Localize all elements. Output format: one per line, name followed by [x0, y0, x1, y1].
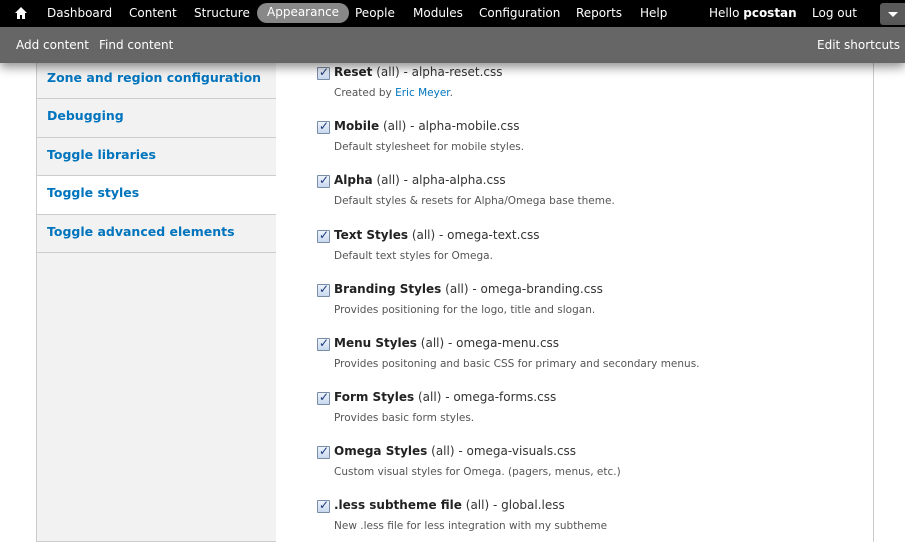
- separator: -: [468, 282, 481, 296]
- style-media: (all): [411, 228, 436, 242]
- vtab-zone-region[interactable]: Zone and region configuration: [37, 60, 277, 99]
- style-description: Custom visual styles for Omega. (pagers,…: [334, 466, 621, 478]
- style-checkbox[interactable]: [317, 173, 330, 188]
- style-label[interactable]: Menu Styles (all) - omega-menu.css: [334, 336, 559, 350]
- home-icon[interactable]: [14, 6, 28, 20]
- style-description: Provides positioning for the logo, title…: [334, 304, 596, 316]
- style-description: Default text styles for Omega.: [334, 250, 493, 262]
- style-label[interactable]: Form Styles (all) - omega-forms.css: [334, 390, 556, 404]
- style-checkbox[interactable]: [317, 390, 330, 405]
- style-file: omega-text.css: [447, 228, 540, 242]
- vtab-label[interactable]: Toggle libraries: [47, 147, 156, 162]
- style-checkbox[interactable]: [317, 444, 330, 459]
- separator: -: [454, 444, 467, 458]
- style-media: (all): [382, 119, 407, 133]
- separator: -: [399, 65, 412, 79]
- style-label[interactable]: Mobile (all) - alpha-mobile.css: [334, 119, 520, 133]
- toolbar-item-appearance[interactable]: Appearance: [257, 3, 350, 23]
- separator: -: [406, 119, 419, 133]
- style-label[interactable]: Reset (all) - alpha-reset.css: [334, 65, 503, 79]
- style-file: omega-visuals.css: [466, 444, 577, 458]
- vtab-label[interactable]: Toggle styles: [47, 185, 139, 200]
- toolbar-item-help[interactable]: Help: [640, 0, 667, 27]
- style-description: Default stylesheet for mobile styles.: [334, 141, 525, 153]
- style-label[interactable]: .less subtheme file (all) - global.less: [334, 498, 565, 512]
- style-file: alpha-mobile.css: [418, 119, 520, 133]
- style-name: Menu Styles: [334, 336, 417, 350]
- separator: -: [399, 173, 412, 187]
- style-file: omega-menu.css: [456, 336, 560, 350]
- vertical-tabs-menu: Zone and region configuration Debugging …: [36, 60, 277, 542]
- separator: -: [435, 228, 448, 242]
- admin-toolbar: Dashboard Content Structure Appearance P…: [0, 0, 905, 27]
- desc-suffix: .: [449, 87, 453, 99]
- vtab-label[interactable]: Zone and region configuration: [47, 70, 261, 85]
- toolbar-item-configuration[interactable]: Configuration: [479, 0, 560, 27]
- edit-shortcuts-link[interactable]: Edit shortcuts: [817, 27, 900, 63]
- style-file: alpha-reset.css: [411, 65, 503, 79]
- vtab-toggle-styles[interactable]: Toggle styles: [37, 176, 277, 215]
- style-checkbox[interactable]: [317, 498, 330, 513]
- style-checkbox[interactable]: [317, 336, 330, 351]
- style-name: Branding Styles: [334, 282, 442, 296]
- style-media: (all): [431, 444, 455, 458]
- style-checkbox[interactable]: [317, 65, 330, 80]
- vtab-toggle-advanced[interactable]: Toggle advanced elements: [37, 215, 277, 253]
- style-checkbox[interactable]: [317, 228, 330, 243]
- style-name: Text Styles: [334, 228, 408, 242]
- style-name: .less subtheme file: [334, 498, 462, 512]
- style-file: omega-forms.css: [453, 390, 557, 404]
- style-media: (all): [465, 498, 490, 512]
- logout-link[interactable]: Log out: [812, 0, 857, 27]
- style-description: Default styles & resets for Alpha/Omega …: [334, 195, 615, 207]
- style-media: (all): [417, 390, 442, 404]
- eric-meyer-link[interactable]: Eric Meyer: [395, 87, 450, 99]
- toolbar-item-dashboard[interactable]: Dashboard: [47, 0, 112, 27]
- shortcuts-bar: Add content Find content Edit shortcuts: [0, 27, 905, 63]
- toolbar-item-structure[interactable]: Structure: [194, 0, 250, 27]
- greeting-prefix: Hello: [709, 6, 744, 20]
- desc-prefix: Created by: [334, 87, 396, 99]
- style-name: Alpha: [334, 173, 373, 187]
- style-label[interactable]: Alpha (all) - alpha-alpha.css: [334, 173, 506, 187]
- toolbar-toggle-button[interactable]: [880, 3, 905, 25]
- style-media: (all): [376, 173, 400, 187]
- style-name: Mobile: [334, 119, 380, 133]
- chevron-down-icon: [888, 12, 898, 17]
- style-name: Omega Styles: [334, 444, 428, 458]
- toolbar-item-people[interactable]: People: [355, 0, 395, 27]
- style-label[interactable]: Text Styles (all) - omega-text.css: [334, 228, 540, 242]
- toolbar-item-content[interactable]: Content: [129, 0, 177, 27]
- style-label[interactable]: Branding Styles (all) - omega-branding.c…: [334, 282, 603, 296]
- style-name: Reset: [334, 65, 373, 79]
- style-media: (all): [376, 65, 400, 79]
- toolbar-item-modules[interactable]: Modules: [413, 0, 463, 27]
- style-media: (all): [420, 336, 445, 350]
- toolbar-item-reports[interactable]: Reports: [576, 0, 622, 27]
- style-media: (all): [445, 282, 469, 296]
- style-file: global.less: [501, 498, 565, 512]
- vtab-debugging[interactable]: Debugging: [37, 99, 277, 138]
- style-description: Provides basic form styles.: [334, 412, 475, 424]
- separator: -: [489, 498, 502, 512]
- vtab-label[interactable]: Debugging: [47, 108, 124, 123]
- style-description: Provides positoning and basic CSS for pr…: [334, 358, 700, 370]
- vtab-toggle-libraries[interactable]: Toggle libraries: [37, 138, 277, 176]
- separator: -: [444, 336, 457, 350]
- style-checkbox[interactable]: [317, 282, 330, 297]
- style-description: New .less file for less integration with…: [334, 520, 608, 532]
- style-name: Form Styles: [334, 390, 415, 404]
- vtab-label[interactable]: Toggle advanced elements: [47, 224, 235, 239]
- username[interactable]: pcostan: [743, 6, 796, 20]
- shortcut-find-content[interactable]: Find content: [99, 27, 173, 63]
- style-description: Created by Eric Meyer.: [334, 87, 453, 99]
- style-file: omega-branding.css: [480, 282, 603, 296]
- user-greeting: Hello pcostan: [709, 0, 797, 27]
- shortcut-add-content[interactable]: Add content: [16, 27, 89, 63]
- separator: -: [441, 390, 454, 404]
- style-label[interactable]: Omega Styles (all) - omega-visuals.css: [334, 444, 576, 458]
- style-file: alpha-alpha.css: [411, 173, 506, 187]
- style-checkbox[interactable]: [317, 119, 330, 134]
